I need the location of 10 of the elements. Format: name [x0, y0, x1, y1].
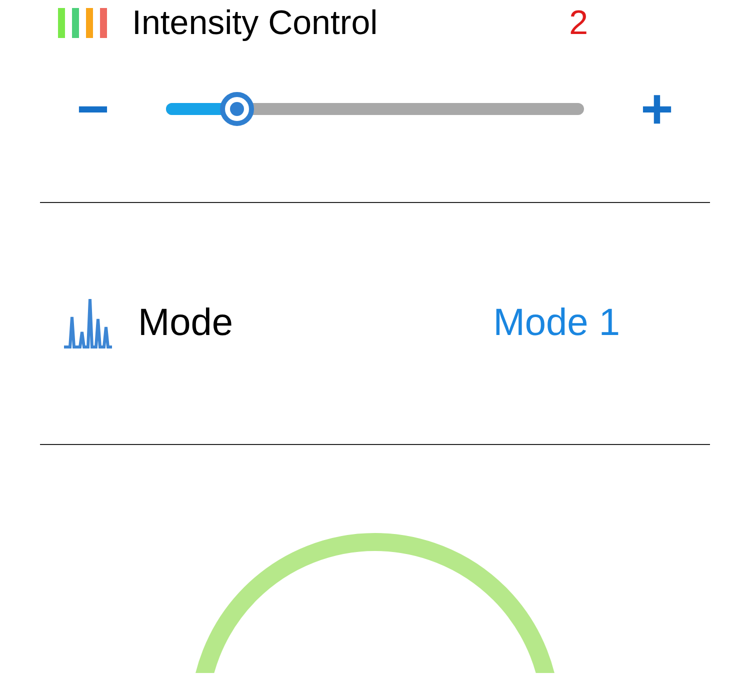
- slider-thumb[interactable]: [220, 92, 254, 126]
- intensity-title: Intensity Control: [132, 6, 378, 40]
- increase-button[interactable]: +: [636, 81, 678, 137]
- bars-icon: [56, 8, 108, 38]
- intensity-value: 2: [569, 6, 588, 40]
- waveform-icon: [62, 296, 114, 350]
- mode-label: Mode: [138, 301, 234, 346]
- decrease-button[interactable]: −: [72, 81, 114, 137]
- mode-value-link[interactable]: Mode 1: [493, 295, 620, 352]
- intensity-slider[interactable]: [166, 92, 584, 126]
